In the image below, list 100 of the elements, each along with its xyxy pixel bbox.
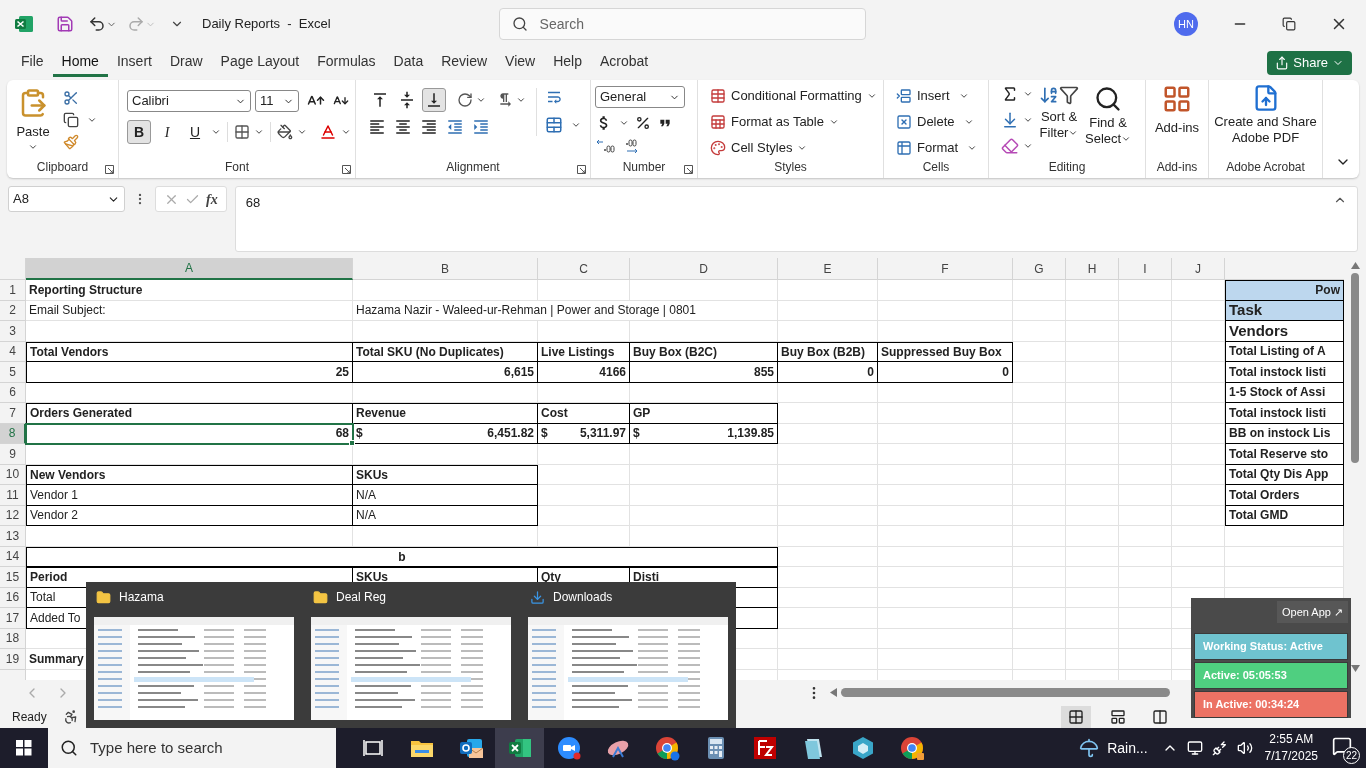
undo-icon[interactable]	[88, 15, 106, 33]
table-cell[interactable]	[1119, 444, 1172, 465]
table-cell[interactable]	[353, 444, 538, 465]
ribbon-tab[interactable]: Insert	[107, 49, 161, 77]
row-header[interactable]: 16	[0, 587, 26, 608]
table-cell[interactable]	[878, 505, 1013, 526]
table-cell[interactable]: Live Listings	[538, 341, 630, 362]
table-cell[interactable]: 25	[26, 362, 353, 383]
table-cell[interactable]	[1013, 300, 1066, 321]
align-left-icon[interactable]	[368, 118, 386, 136]
table-cell[interactable]	[878, 321, 1013, 342]
formula-field[interactable]: 68	[234, 186, 1358, 252]
scroll-thumb[interactable]	[1351, 273, 1359, 463]
table-cell[interactable]	[1172, 321, 1225, 342]
table-cell[interactable]	[878, 485, 1013, 506]
table-cell[interactable]: GP	[630, 403, 778, 424]
caret-icon[interactable]	[1023, 141, 1033, 151]
clock-date[interactable]: 7/17/2025	[1264, 748, 1318, 765]
table-cell[interactable]	[778, 628, 878, 649]
view-button[interactable]	[1060, 705, 1091, 728]
table-cell[interactable]	[778, 567, 878, 588]
table-cell[interactable]	[1172, 567, 1225, 588]
table-cell[interactable]	[1013, 628, 1066, 649]
table-cell[interactable]	[630, 526, 778, 547]
borders-icon[interactable]	[234, 124, 250, 140]
column-header[interactable]: B	[353, 258, 538, 280]
ribbon-tab[interactable]: Formulas	[308, 49, 385, 77]
table-cell[interactable]: 4166	[538, 362, 630, 383]
table-cell[interactable]	[1013, 382, 1066, 403]
font-color-icon[interactable]	[319, 123, 337, 141]
copy-icon[interactable]	[63, 112, 79, 128]
table-cell[interactable]	[1066, 423, 1119, 444]
share-button[interactable]: Share	[1267, 51, 1352, 75]
table-cell[interactable]	[778, 300, 878, 321]
table-cell[interactable]: 0	[878, 362, 1013, 383]
grid-icon[interactable]	[1067, 708, 1084, 725]
row-header[interactable]: 2	[0, 300, 26, 321]
table-cell[interactable]: SKUs	[353, 464, 538, 485]
cut-icon[interactable]	[63, 90, 79, 106]
font-style-button[interactable]: U	[183, 120, 207, 144]
table-cell[interactable]	[1013, 362, 1066, 383]
table-cell[interactable]	[778, 444, 878, 465]
table-cell[interactable]	[778, 464, 878, 485]
dialog-launcher-icon[interactable]	[577, 165, 586, 174]
row-header[interactable]: 13	[0, 526, 26, 547]
ribbon-tab[interactable]: Draw	[160, 49, 212, 77]
table-cell[interactable]	[1172, 423, 1225, 444]
table-cell[interactable]	[1119, 362, 1172, 383]
cells-button[interactable]: Delete	[896, 111, 978, 132]
table-cell[interactable]: 68	[26, 423, 353, 444]
table-cell[interactable]	[878, 464, 1013, 485]
table-cell[interactable]	[1119, 546, 1172, 567]
screen-icon[interactable]	[1186, 740, 1203, 756]
row-header[interactable]: 5	[0, 362, 26, 383]
table-cell[interactable]	[778, 321, 878, 342]
align-center-icon[interactable]	[394, 118, 412, 136]
format-painter-icon[interactable]	[63, 134, 79, 150]
text-direction-icon[interactable]	[497, 92, 513, 108]
open-app-button[interactable]: Open App ↗	[1277, 601, 1348, 623]
table-cell[interactable]	[1066, 362, 1119, 383]
table-cell[interactable]	[1066, 628, 1119, 649]
table-cell[interactable]: Buy Box (B2C)	[630, 341, 778, 362]
ribbon-tab[interactable]: Acrobat	[590, 49, 658, 77]
table-cell[interactable]	[1066, 546, 1119, 567]
table-cell[interactable]: $ 6,451.82	[353, 423, 538, 444]
table-cell[interactable]	[630, 505, 778, 526]
fill-handle[interactable]	[349, 440, 355, 446]
table-cell[interactable]	[1119, 567, 1172, 588]
row-header[interactable]: 10	[0, 464, 26, 485]
table-cell[interactable]	[1066, 526, 1119, 547]
merge-cells-icon[interactable]	[545, 116, 563, 134]
table-cell[interactable]: Buy Box (B2B)	[778, 341, 878, 362]
table-cell[interactable]	[1119, 341, 1172, 362]
table-cell[interactable]	[1013, 341, 1066, 362]
table-cell[interactable]	[878, 567, 1013, 588]
table-cell[interactable]	[630, 485, 778, 506]
column-header[interactable]: C	[538, 258, 630, 280]
caret-icon[interactable]	[476, 95, 486, 105]
table-cell[interactable]	[1013, 567, 1066, 588]
caret-icon[interactable]	[341, 127, 351, 137]
table-cell[interactable]	[1119, 505, 1172, 526]
caret-icon[interactable]	[1023, 115, 1033, 125]
row-header[interactable]: 19	[0, 649, 26, 670]
table-cell[interactable]: 0	[778, 362, 878, 383]
column-header[interactable]: J	[1172, 258, 1225, 280]
fill-color-icon[interactable]	[277, 124, 293, 140]
column-header[interactable]: I	[1119, 258, 1172, 280]
dialog-launcher-icon[interactable]	[684, 165, 693, 174]
cells-button[interactable]: Format	[896, 137, 978, 158]
ribbon-tab[interactable]: Page Layout	[211, 49, 309, 77]
table-cell[interactable]: N/A	[353, 505, 538, 526]
table-cell[interactable]: $ 5,311.97	[538, 423, 630, 444]
table-cell[interactable]	[1013, 505, 1066, 526]
caret-icon[interactable]	[619, 118, 629, 128]
table-cell[interactable]	[1119, 300, 1172, 321]
table-cell[interactable]: Vendor 2	[26, 505, 353, 526]
font-style-button[interactable]: I	[155, 120, 179, 144]
table-cell[interactable]	[1013, 546, 1066, 567]
row-header[interactable]: 6	[0, 382, 26, 403]
caret-icon[interactable]	[297, 127, 307, 137]
